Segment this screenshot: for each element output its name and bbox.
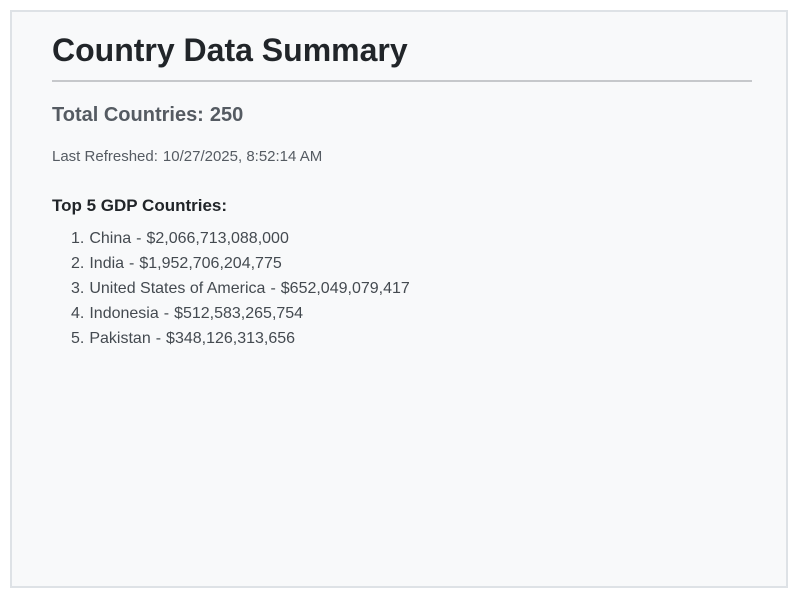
list-item-gdp: $512,583,265,754 bbox=[174, 305, 304, 322]
total-countries-value: 250 bbox=[209, 104, 244, 126]
list-item-separator: - bbox=[163, 305, 170, 322]
top-gdp-heading: Top 5 GDP Countries: bbox=[52, 196, 228, 215]
list-item-country: Indonesia bbox=[89, 305, 159, 322]
list-item: 3. United States of America - $652,049,079,… bbox=[71, 276, 410, 301]
list-item-separator: - bbox=[129, 255, 135, 272]
list-item-rank: 1. bbox=[71, 230, 85, 247]
list-item-rank: 5. bbox=[71, 330, 85, 347]
page-title: Country Data Summary bbox=[52, 32, 408, 68]
list-item: 2. India - $1,952,706,204,775 bbox=[71, 251, 410, 276]
list-item: 5. Pakistan - $348,126,313,656 bbox=[71, 326, 410, 351]
list-item-gdp: $652,049,079,417 bbox=[280, 280, 410, 297]
list-item-country: India bbox=[89, 255, 125, 272]
list-item-separator: - bbox=[270, 280, 276, 297]
list-item-separator: - bbox=[136, 230, 142, 247]
summary-panel: Country Data Summary Total Countries: 250… bbox=[10, 10, 788, 588]
list-item-rank: 4. bbox=[71, 305, 85, 322]
last-refreshed-label: Last Refreshed: bbox=[52, 148, 158, 165]
list-item-country: Pakistan bbox=[89, 330, 151, 347]
total-countries-label: Total Countries: bbox=[52, 104, 204, 126]
list-item-country: China bbox=[89, 230, 132, 247]
last-refreshed-value: 10/27/2025, 8:52:14 AM bbox=[162, 148, 323, 165]
top-gdp-list: 1. China - $2,066,713,088,000 2. India - $1,95… bbox=[71, 226, 410, 351]
total-countries: Total Countries: 250 bbox=[52, 103, 243, 127]
list-item-gdp: $1,952,706,204,775 bbox=[139, 255, 282, 272]
list-item-gdp: $348,126,313,656 bbox=[166, 330, 296, 347]
list-item: 4. Indonesia - $512,583,265,754 bbox=[71, 301, 410, 326]
list-item: 1. China - $2,066,713,088,000 bbox=[71, 226, 410, 251]
list-item-rank: 3. bbox=[71, 280, 85, 297]
list-item-rank: 2. bbox=[71, 255, 85, 272]
list-item-separator: - bbox=[155, 330, 162, 347]
list-item-gdp: $2,066,713,088,000 bbox=[146, 230, 289, 247]
title-divider bbox=[52, 80, 752, 82]
list-item-country: United States of America bbox=[89, 280, 266, 297]
last-refreshed: Last Refreshed: 10/27/2025, 8:52:14 AM bbox=[52, 148, 322, 166]
